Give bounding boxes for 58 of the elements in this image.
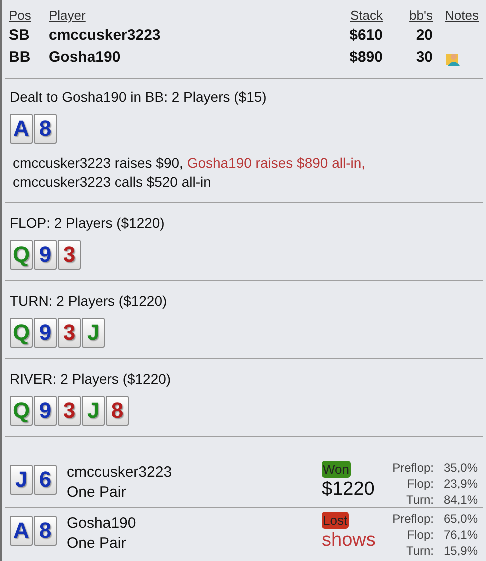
equity-value: 15,9% bbox=[442, 542, 478, 558]
equity-value: 65,0% bbox=[442, 510, 478, 526]
bb-cell-text: 20 bbox=[415, 26, 433, 46]
result-badge: Won bbox=[322, 460, 350, 478]
playing-card: J bbox=[82, 396, 105, 426]
street-title: RIVER: 2 Players ($1220) bbox=[10, 370, 172, 389]
column-header[interactable]: Stack bbox=[323, 6, 383, 26]
street-title: Dealt to Gosha190 in BB: 2 Players ($15) bbox=[10, 88, 268, 107]
playing-card: 3 bbox=[58, 318, 81, 348]
equity-value: 23,9% bbox=[442, 476, 478, 492]
equity-label: Flop: bbox=[406, 526, 435, 542]
result-badge: Lost bbox=[322, 512, 349, 528]
stack-cell-text: $890 bbox=[348, 48, 383, 68]
result-amount: shows bbox=[322, 528, 376, 552]
playing-card: 3 bbox=[58, 240, 81, 270]
playing-card: Q bbox=[10, 396, 33, 426]
action-text: cmccusker3223 calls $520 all-in bbox=[13, 174, 212, 190]
player-name: Gosha190 bbox=[67, 514, 138, 534]
equity-label: Turn: bbox=[405, 542, 435, 558]
playing-card: 8 bbox=[34, 114, 57, 144]
equity-value: 76,1% bbox=[442, 526, 478, 542]
player-name: Gosha190 bbox=[49, 48, 122, 68]
playing-card: Q bbox=[10, 240, 33, 270]
playing-card: J bbox=[82, 318, 105, 348]
player-name: cmccusker3223 bbox=[67, 462, 174, 482]
playing-card: 9 bbox=[34, 318, 57, 348]
player-name: cmccusker3223 bbox=[49, 26, 162, 46]
equity-label: Turn: bbox=[405, 492, 435, 508]
hand-rank: One Pair bbox=[67, 482, 128, 502]
stack-cell-text: $610 bbox=[348, 26, 383, 46]
column-header[interactable]: Player bbox=[49, 6, 323, 26]
column-header[interactable]: Pos bbox=[9, 6, 49, 26]
playing-card: Q bbox=[10, 318, 33, 348]
playing-card: 3 bbox=[58, 396, 81, 426]
bb-cell-text: 30 bbox=[415, 48, 433, 68]
equity-value: 84,1% bbox=[442, 492, 478, 508]
hand-rank: One Pair bbox=[67, 534, 128, 554]
equity-label: Preflop: bbox=[392, 460, 435, 476]
street-title: TURN: 2 Players ($1220) bbox=[10, 292, 168, 311]
playing-card: 9 bbox=[34, 396, 57, 426]
column-header[interactable]: Notes bbox=[433, 6, 479, 26]
result-amount: $1220 bbox=[322, 478, 375, 502]
playing-card: 9 bbox=[34, 240, 57, 270]
equity-label: Preflop: bbox=[392, 510, 435, 526]
playing-card: A bbox=[10, 516, 33, 546]
action-text: Gosha190 raises $890 all-in, bbox=[187, 154, 366, 170]
equity-value: 35,0% bbox=[442, 460, 478, 476]
column-header[interactable]: bb's bbox=[383, 6, 433, 26]
playing-card: A bbox=[10, 114, 33, 144]
playing-card: 6 bbox=[34, 464, 57, 494]
playing-card: 8 bbox=[106, 396, 129, 426]
equity-label: Flop: bbox=[406, 476, 435, 492]
position-cell-text: SB bbox=[9, 26, 31, 46]
street-title: FLOP: 2 Players ($1220) bbox=[10, 214, 166, 233]
position-cell-text: BB bbox=[9, 48, 32, 68]
playing-card: J bbox=[10, 464, 33, 494]
playing-card: 8 bbox=[34, 516, 57, 546]
action-text: cmccusker3223 raises $90, bbox=[13, 154, 184, 170]
